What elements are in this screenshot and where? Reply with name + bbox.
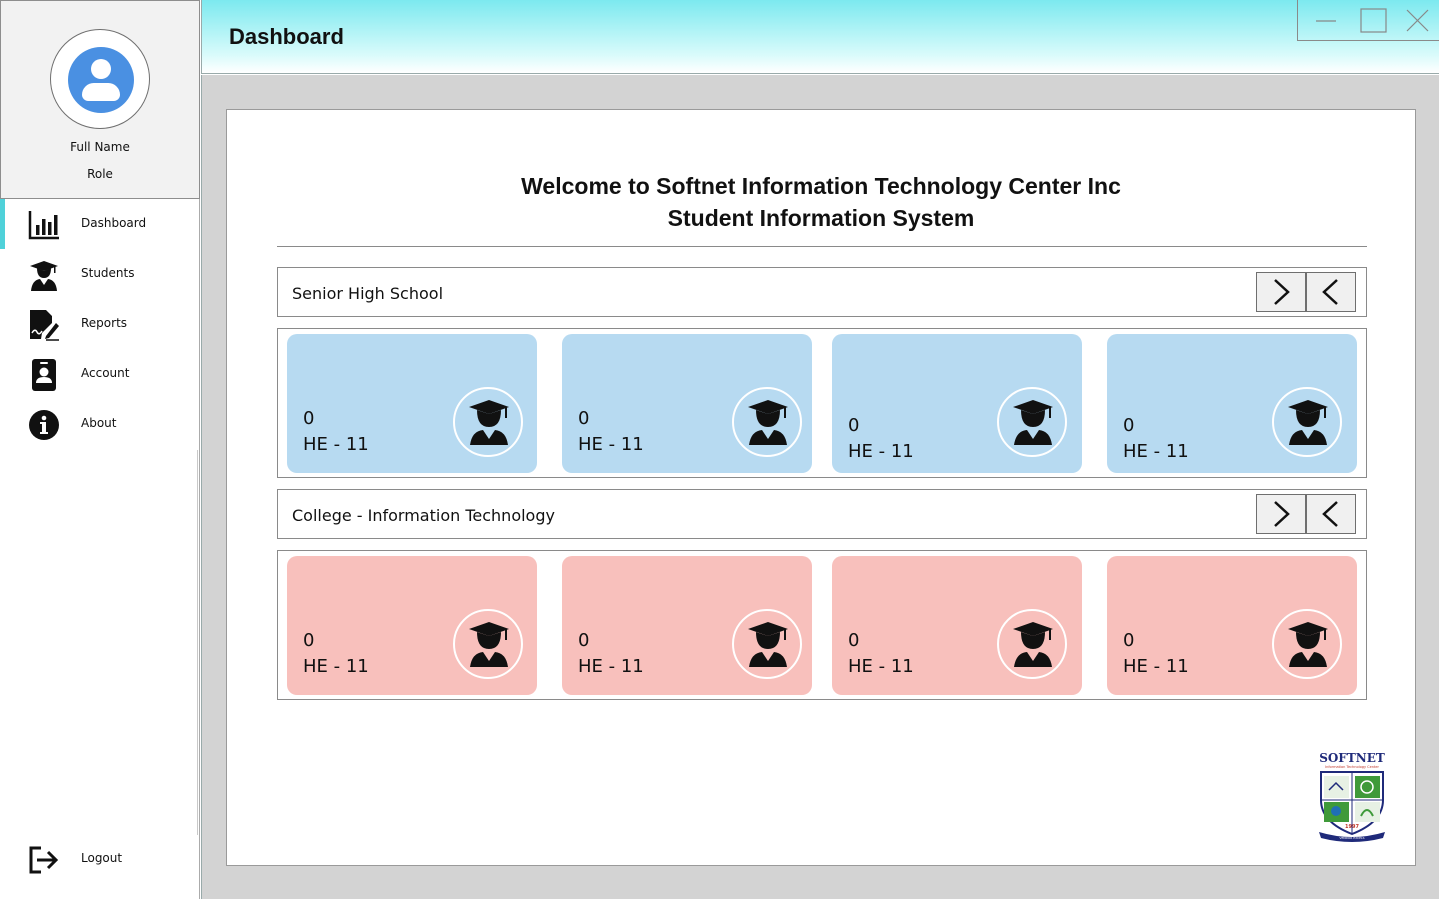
student-icon	[732, 609, 802, 679]
card-label: HE - 11	[578, 656, 644, 677]
softnet-logo: SOFTNET Information Technology Center 19…	[1319, 751, 1385, 842]
student-icon	[453, 387, 523, 457]
logout-label: Logout	[81, 851, 123, 865]
svg-text:Information Technology Center: Information Technology Center	[1325, 765, 1379, 769]
profile-role: Role	[87, 167, 113, 181]
welcome-heading: Welcome to Softnet Information Technolog…	[227, 170, 1415, 234]
welcome-line-2: Student Information System	[667, 205, 975, 231]
sidebar-item-label: Dashboard	[81, 216, 147, 230]
card-row-senior-high: 0 HE - 11 0 HE - 11 0 HE - 11 0 HE - 11	[277, 328, 1367, 478]
student-icon	[732, 387, 802, 457]
chevron-left-icon	[1322, 279, 1338, 305]
student-icon	[997, 609, 1067, 679]
svg-text:1997: 1997	[1345, 824, 1359, 830]
page-title: Dashboard	[229, 24, 344, 49]
user-avatar-icon	[68, 47, 134, 113]
chevron-right-icon	[1274, 279, 1290, 305]
close-icon	[1406, 9, 1429, 32]
sidebar: Full Name Role Dashboard Students Report…	[0, 0, 200, 899]
maximize-icon	[1360, 8, 1387, 33]
card-count: 0	[578, 408, 590, 429]
class-card[interactable]: 0 HE - 11	[562, 334, 812, 473]
dashboard-panel: Welcome to Softnet Information Technolog…	[226, 109, 1416, 866]
class-card[interactable]: 0 HE - 11	[562, 556, 812, 695]
maximize-button[interactable]	[1350, 0, 1396, 40]
student-icon	[1272, 609, 1342, 679]
card-label: HE - 11	[303, 434, 369, 455]
class-card[interactable]: 0 HE - 11	[1107, 556, 1357, 695]
card-label: HE - 11	[1123, 441, 1189, 462]
main-area: Welcome to Softnet Information Technolog…	[201, 75, 1439, 899]
id-card-icon	[32, 359, 56, 391]
class-card[interactable]: 0 HE - 11	[1107, 334, 1357, 473]
minimize-button[interactable]	[1303, 0, 1349, 40]
card-count: 0	[578, 630, 590, 651]
close-button[interactable]	[1394, 0, 1439, 40]
class-card[interactable]: 0 HE - 11	[832, 556, 1082, 695]
card-label: HE - 11	[848, 656, 914, 677]
sidebar-item-label: Reports	[81, 316, 128, 330]
card-label: HE - 11	[578, 434, 644, 455]
class-card[interactable]: 0 HE - 11	[832, 334, 1082, 473]
card-label: HE - 11	[848, 441, 914, 462]
info-icon	[29, 410, 59, 440]
student-icon	[453, 609, 523, 679]
sidebar-item-label: Account	[81, 366, 130, 380]
logout-button[interactable]: Logout	[0, 834, 199, 884]
svg-text:VENDOR EXCELS: VENDOR EXCELS	[1339, 836, 1364, 840]
sidebar-item-label: About	[81, 416, 117, 430]
card-label: HE - 11	[303, 656, 369, 677]
card-count: 0	[848, 415, 860, 436]
sidebar-item-dashboard[interactable]: Dashboard	[0, 199, 199, 249]
chevron-left-icon	[1322, 501, 1338, 527]
avatar	[50, 29, 150, 129]
next-button[interactable]	[1256, 494, 1306, 534]
section-title: Senior High School	[292, 284, 444, 303]
class-card[interactable]: 0 HE - 11	[287, 334, 537, 473]
card-count: 0	[303, 630, 315, 651]
card-count: 0	[1123, 415, 1135, 436]
section-header-senior-high: Senior High School	[277, 267, 1367, 317]
svg-text:SOFTNET: SOFTNET	[1319, 751, 1385, 765]
sidebar-item-reports[interactable]: Reports	[0, 299, 199, 349]
title-bar: Dashboard	[201, 0, 1439, 74]
divider	[277, 246, 1367, 247]
prev-button[interactable]	[1306, 272, 1356, 312]
student-icon	[1272, 387, 1342, 457]
next-button[interactable]	[1256, 272, 1306, 312]
class-card[interactable]: 0 HE - 11	[287, 556, 537, 695]
sidebar-item-students[interactable]: Students	[0, 249, 199, 299]
card-row-college-it: 0 HE - 11 0 HE - 11 0 HE - 11 0 HE - 11	[277, 550, 1367, 700]
card-count: 0	[848, 630, 860, 651]
report-icon	[30, 310, 59, 341]
logout-icon	[29, 846, 59, 874]
profile-panel: Full Name Role	[0, 0, 200, 199]
prev-button[interactable]	[1306, 494, 1356, 534]
sidebar-item-label: Students	[81, 266, 135, 280]
welcome-line-1: Welcome to Softnet Information Technolog…	[521, 173, 1121, 199]
sidebar-scrollbar[interactable]	[197, 450, 198, 835]
card-count: 0	[303, 408, 315, 429]
bar-chart-icon	[28, 211, 59, 240]
minimize-icon	[1316, 20, 1336, 22]
window-controls	[1297, 0, 1439, 41]
card-count: 0	[1123, 630, 1135, 651]
sidebar-item-about[interactable]: About	[0, 399, 199, 449]
profile-full-name: Full Name	[70, 140, 130, 154]
card-label: HE - 11	[1123, 656, 1189, 677]
chevron-right-icon	[1274, 501, 1290, 527]
section-title: College - Information Technology	[292, 506, 555, 525]
student-icon	[997, 387, 1067, 457]
student-icon	[30, 261, 58, 291]
sidebar-item-account[interactable]: Account	[0, 349, 199, 399]
section-header-college-it: College - Information Technology	[277, 489, 1367, 539]
